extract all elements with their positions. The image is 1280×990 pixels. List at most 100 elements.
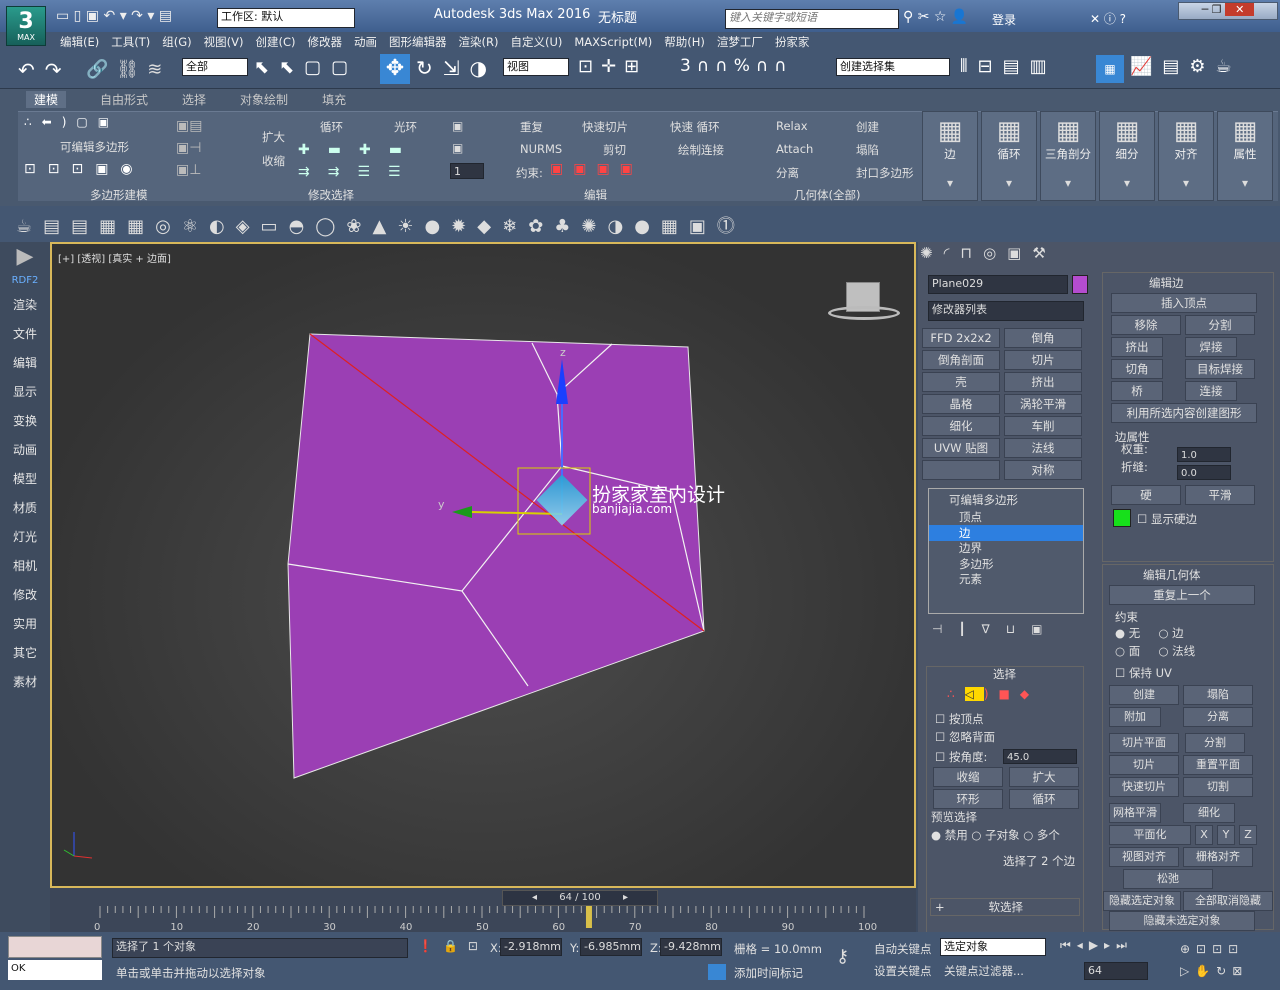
- edit-edge-button[interactable]: 切角: [1111, 359, 1163, 379]
- group-polymodel[interactable]: 多边形建模: [90, 187, 148, 203]
- snap-icons[interactable]: 3∩∩%∩∩: [680, 56, 793, 76]
- maxscript-output[interactable]: OK: [8, 960, 102, 980]
- left-panel-item[interactable]: 显示: [0, 378, 50, 407]
- stack-item[interactable]: 顶点: [929, 509, 1083, 525]
- add-time-tag[interactable]: 添加时间标记: [734, 965, 803, 981]
- polymodel-tools[interactable]: ∴⬅)▢▣: [24, 115, 164, 133]
- app-logo[interactable]: 3 MAX: [6, 6, 46, 46]
- ribbon-tab[interactable]: 自由形式: [100, 91, 148, 108]
- ribbon-big-button[interactable]: ▦ 边 ▾: [922, 111, 978, 201]
- key-selection-select[interactable]: 选定对象: [940, 938, 1046, 956]
- left-panel-item[interactable]: 实用: [0, 610, 50, 639]
- ribbon-attach[interactable]: Attach: [776, 142, 813, 156]
- keep-uv-checkbox[interactable]: ☐ 保持 UV: [1115, 665, 1172, 681]
- modifier-button[interactable]: FFD 2x2x2: [922, 328, 1000, 348]
- ribbon-cap[interactable]: 封口多边形: [856, 165, 914, 181]
- modifier-button[interactable]: 细化: [922, 416, 1000, 436]
- left-panel-item[interactable]: 材质: [0, 494, 50, 523]
- ribbon-toggle-icon[interactable]: ▦: [1096, 55, 1124, 83]
- modifier-button[interactable]: 倒角剖面: [922, 350, 1000, 370]
- current-frame-marker[interactable]: [585, 906, 592, 928]
- stack-item[interactable]: 边: [929, 524, 1083, 541]
- stack-item[interactable]: 元素: [929, 571, 1083, 587]
- edit-edge-button[interactable]: 分割: [1185, 315, 1255, 335]
- modifier-button[interactable]: 晶格: [922, 394, 1000, 414]
- key-filters-button[interactable]: 关键点过滤器...: [944, 963, 1024, 979]
- edit-geo-button[interactable]: 塌陷: [1183, 685, 1253, 705]
- ignore-back-checkbox[interactable]: ☐ 忽略背面: [935, 729, 995, 745]
- ribbon-ring[interactable]: 光环: [394, 119, 417, 135]
- stack-item[interactable]: 边界: [929, 540, 1083, 556]
- spinner-value[interactable]: 1: [450, 163, 484, 179]
- by-angle-checkbox[interactable]: ☐ 按角度:: [935, 749, 987, 765]
- edit-geo-button[interactable]: 视图对齐: [1109, 847, 1179, 867]
- ribbon-big-button[interactable]: ▦ 属性 ▾: [1217, 111, 1273, 201]
- timeline-ruler[interactable]: 0 10 20 30 40 50 60 70 80 90 100: [50, 906, 916, 932]
- mirror-align-icons[interactable]: ⫴⊟▤▥: [960, 56, 1057, 77]
- coord-system[interactable]: 视图: [503, 58, 569, 76]
- smooth-button[interactable]: 平滑: [1185, 485, 1255, 505]
- ribbon-loop[interactable]: 循环: [320, 119, 343, 135]
- ribbon-big-button[interactable]: ▦ 循环 ▾: [981, 111, 1037, 201]
- ribbon-big-button[interactable]: ▦ 三角剖分 ▾: [1040, 111, 1096, 201]
- ribbon-tab[interactable]: 选择: [182, 91, 206, 108]
- modifier-button[interactable]: 切片: [1004, 350, 1082, 370]
- menu-item[interactable]: 视图(V): [198, 32, 250, 52]
- edit-geo-button[interactable]: 快速切片: [1109, 777, 1179, 797]
- edit-geo-button[interactable]: 隐藏未选定对象: [1109, 911, 1255, 931]
- ribbon-nurms[interactable]: NURMS: [520, 142, 562, 156]
- ribbon-repeat[interactable]: 重复: [520, 119, 543, 135]
- soft-selection-header[interactable]: + 软选择: [930, 898, 1080, 916]
- weight-field[interactable]: 1.0: [1177, 447, 1231, 462]
- left-panel-item[interactable]: 修改: [0, 581, 50, 610]
- menu-item[interactable]: 创建(C): [249, 32, 301, 52]
- ribbon-tab[interactable]: 建模: [26, 91, 67, 108]
- modifier-button[interactable]: [922, 460, 1000, 480]
- search-input[interactable]: 键入关键字或短语: [725, 9, 899, 29]
- object-name-field[interactable]: Plane029: [928, 275, 1068, 294]
- ribbon-cut[interactable]: 剪切: [603, 142, 626, 158]
- edit-edge-button[interactable]: 目标焊接: [1185, 359, 1255, 379]
- left-panel-item[interactable]: 文件: [0, 320, 50, 349]
- login-link[interactable]: 登录: [992, 11, 1016, 28]
- render-icons[interactable]: 📈▤⚙☕: [1130, 56, 1242, 77]
- edit-geo-button[interactable]: 隐藏选定对象: [1103, 891, 1181, 911]
- left-panel-item[interactable]: 其它: [0, 639, 50, 668]
- move-icon[interactable]: ✥: [380, 54, 410, 84]
- autokey-button[interactable]: 自动关键点: [874, 941, 932, 957]
- modifier-stack[interactable]: 可编辑多边形 顶点边边界 多边形 元素: [928, 488, 1084, 614]
- object-color-swatch[interactable]: [1072, 275, 1088, 294]
- edit-geo-button[interactable]: 平面化: [1109, 825, 1191, 845]
- ribbon-shrink[interactable]: 收缩: [262, 153, 285, 169]
- modifier-button[interactable]: 壳: [922, 372, 1000, 392]
- quick-access-icons[interactable]: ▭ ▯ ▣ ↶ ▾ ↷ ▾ ▤: [56, 8, 172, 24]
- show-hard-checkbox[interactable]: ☐ 显示硬边: [1137, 511, 1197, 527]
- undo-redo-icons[interactable]: ↶↷: [18, 58, 72, 82]
- modifier-button[interactable]: 涡轮平滑: [1004, 394, 1082, 414]
- edit-geo-button[interactable]: X: [1195, 825, 1213, 845]
- group-geo[interactable]: 几何体(全部): [794, 187, 860, 203]
- edit-edge-button[interactable]: 插入顶点: [1111, 293, 1257, 313]
- lock-icon[interactable]: ❗🔒⊡: [418, 939, 488, 953]
- edit-geo-button[interactable]: 分离: [1183, 707, 1253, 727]
- left-panel-item[interactable]: 模型: [0, 465, 50, 494]
- edit-edge-button[interactable]: 挤出: [1111, 337, 1163, 357]
- menu-item[interactable]: 渲染(R): [453, 32, 505, 52]
- ribbon-grow[interactable]: 扩大: [262, 129, 285, 145]
- repeat-last-button[interactable]: 重复上一个: [1109, 585, 1255, 605]
- link-icons[interactable]: 🔗⛓≋: [86, 59, 170, 80]
- ring-button[interactable]: 环形: [933, 789, 1003, 809]
- time-slider[interactable]: ◂ 64 / 100 ▸: [502, 890, 658, 906]
- ribbon-big-button[interactable]: ▦ 对齐 ▾: [1158, 111, 1214, 201]
- left-panel-item[interactable]: 灯光: [0, 523, 50, 552]
- edit-geo-button[interactable]: 栅格对齐: [1183, 847, 1253, 867]
- selection-filter[interactable]: 全部: [182, 58, 248, 76]
- menu-item[interactable]: 扮家家: [769, 32, 816, 52]
- menu-item[interactable]: 自定义(U): [504, 32, 568, 52]
- edit-edge-button[interactable]: 连接: [1185, 381, 1237, 401]
- left-panel-item[interactable]: 相机: [0, 552, 50, 581]
- edit-geo-button[interactable]: Z: [1239, 825, 1257, 845]
- create-object-icons[interactable]: ☕▤▤▦▦◎⚛◐◈▭◓◯❀▲☀●✹◆❄✿♣✺◑●▦▣⓵: [16, 212, 746, 238]
- named-selection[interactable]: 创建选择集: [836, 58, 950, 76]
- ribbon-create[interactable]: 创建: [856, 119, 879, 135]
